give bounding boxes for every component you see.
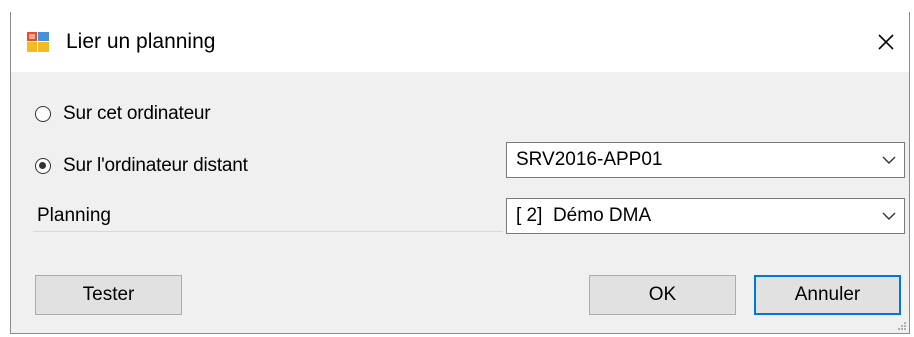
cancel-button[interactable]: Annuler bbox=[754, 275, 901, 315]
radio-button-local[interactable] bbox=[35, 106, 51, 122]
server-combobox[interactable]: SRV2016-APP01 bbox=[506, 142, 905, 178]
test-button[interactable]: Tester bbox=[35, 275, 182, 315]
server-combobox-value: SRV2016-APP01 bbox=[516, 149, 663, 170]
app-window-icon bbox=[27, 32, 49, 52]
radio-remote-label: Sur l'ordinateur distant bbox=[63, 155, 248, 176]
radio-button-remote[interactable] bbox=[35, 158, 51, 174]
radio-local-computer[interactable]: Sur cet ordinateur bbox=[35, 100, 211, 128]
planning-combobox-value: [ 2] Démo DMA bbox=[516, 205, 652, 226]
label-separator bbox=[33, 231, 503, 232]
close-button[interactable] bbox=[863, 12, 909, 72]
dialog-window: Lier un planning Sur cet ordinateur Sur … bbox=[10, 12, 910, 334]
resize-grip-icon[interactable] bbox=[897, 321, 907, 331]
title-bar[interactable]: Lier un planning bbox=[11, 12, 909, 72]
window-title: Lier un planning bbox=[66, 30, 216, 53]
chevron-down-icon[interactable] bbox=[882, 211, 896, 221]
radio-local-label: Sur cet ordinateur bbox=[63, 103, 211, 124]
planning-combobox[interactable]: [ 2] Démo DMA bbox=[506, 198, 905, 234]
ok-button[interactable]: OK bbox=[589, 275, 736, 315]
chevron-down-icon[interactable] bbox=[882, 155, 896, 165]
radio-remote-computer[interactable]: Sur l'ordinateur distant bbox=[35, 152, 248, 180]
planning-label: Planning bbox=[37, 205, 111, 226]
close-icon bbox=[878, 34, 894, 50]
